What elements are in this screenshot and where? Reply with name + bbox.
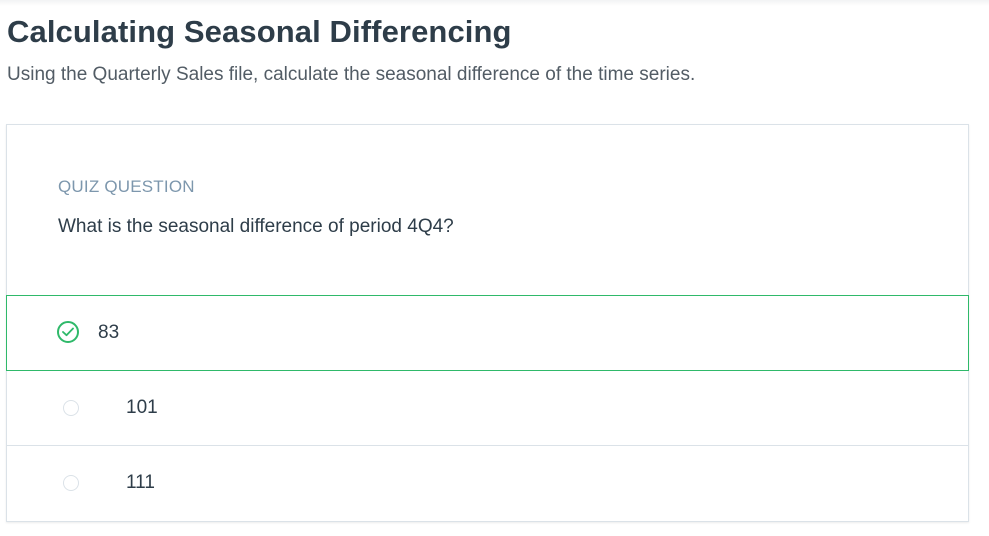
radio-icon[interactable]: [63, 400, 79, 416]
answer-label: 83: [98, 322, 120, 343]
check-circle-icon: [57, 321, 79, 343]
answer-label: 111: [126, 472, 155, 493]
page-subtitle: Using the Quarterly Sales file, calculat…: [7, 64, 696, 85]
page-title: Calculating Seasonal Differencing: [7, 14, 512, 49]
answer-label: 101: [126, 397, 158, 418]
quiz-question: What is the seasonal difference of perio…: [58, 216, 454, 237]
answer-option[interactable]: 111: [7, 446, 968, 521]
answer-option[interactable]: 101: [7, 371, 968, 446]
top-bar-shadow: [0, 0, 989, 6]
quiz-card: QUIZ QUESTION What is the seasonal diffe…: [6, 124, 969, 522]
quiz-label: QUIZ QUESTION: [58, 177, 195, 196]
radio-icon[interactable]: [63, 475, 79, 491]
answer-option-correct[interactable]: 83: [6, 295, 969, 371]
